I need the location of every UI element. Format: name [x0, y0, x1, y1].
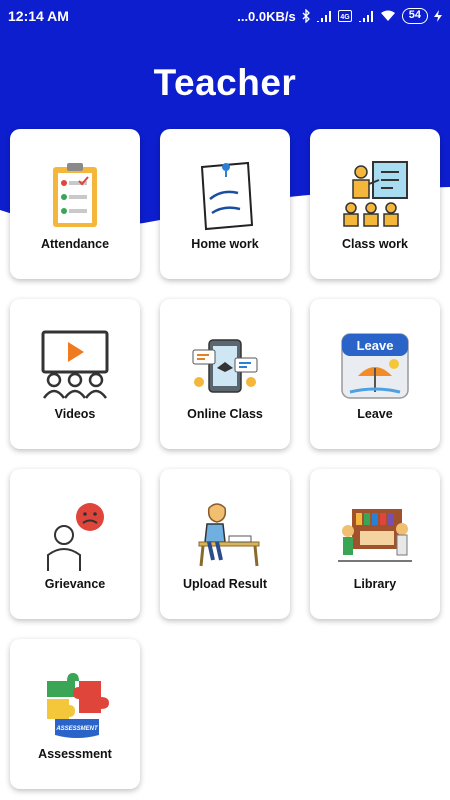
svg-text:4G: 4G — [340, 14, 350, 21]
tile-label: Online Class — [187, 407, 263, 421]
assessment-puzzle-icon: ASSESSMENT — [47, 673, 109, 738]
signal-icon — [316, 11, 331, 22]
status-time: 12:14 AM — [8, 8, 69, 24]
tile-label: Leave — [357, 407, 393, 421]
page-title: Teacher — [153, 62, 297, 103]
tile-library[interactable]: Library — [310, 469, 440, 619]
tile-classwork[interactable]: Class work — [310, 129, 440, 279]
tile-grievance[interactable]: Grievance — [10, 469, 140, 619]
tile-online-class[interactable]: Online Class — [160, 299, 290, 449]
tile-label: Videos — [54, 407, 96, 421]
tile-assessment[interactable]: ASSESSMENT Assessment — [10, 639, 140, 789]
bluetooth-icon — [302, 9, 310, 23]
battery-indicator: 54 — [401, 8, 428, 24]
status-icons: ...0.0KB/s 4G 54 — [237, 8, 442, 24]
svg-text:Leave: Leave — [357, 338, 394, 353]
charging-icon — [434, 10, 442, 22]
tile-upload-result[interactable]: Upload Result — [160, 469, 290, 619]
library-scene-icon — [338, 509, 412, 562]
status-bar: 12:14 AM ...0.0KB/s 4G 54 — [0, 0, 450, 32]
leave-calendar-icon: Leave — [341, 333, 409, 399]
tile-homework[interactable]: Home work — [160, 129, 290, 279]
grievance-person-icon — [47, 503, 104, 571]
online-class-tablet-icon — [192, 339, 258, 393]
network-speed: ...0.0KB/s — [237, 8, 296, 24]
tile-label: Upload Result — [182, 577, 268, 591]
tile-label: Home work — [191, 237, 259, 251]
wifi-icon — [380, 10, 395, 21]
volte-icon: 4G — [337, 10, 352, 22]
tile-label: Assessment — [38, 747, 112, 761]
student-writing-icon — [198, 503, 260, 567]
video-audience-icon — [41, 330, 109, 399]
attendance-clipboard-icon — [53, 163, 97, 227]
tile-label: Grievance — [44, 577, 106, 591]
svg-text:ASSESSMENT: ASSESSMENT — [55, 726, 99, 732]
tile-label: Attendance — [40, 237, 110, 251]
tile-label: Library — [353, 577, 397, 591]
tile-attendance[interactable]: Attendance — [10, 129, 140, 279]
homework-note-icon — [200, 161, 254, 231]
tile-videos[interactable]: Videos — [10, 299, 140, 449]
classroom-teacher-icon — [343, 161, 408, 227]
tile-label: Class work — [341, 237, 408, 251]
tile-leave[interactable]: Leave Leave — [310, 299, 440, 449]
signal-icon-2 — [358, 11, 373, 22]
